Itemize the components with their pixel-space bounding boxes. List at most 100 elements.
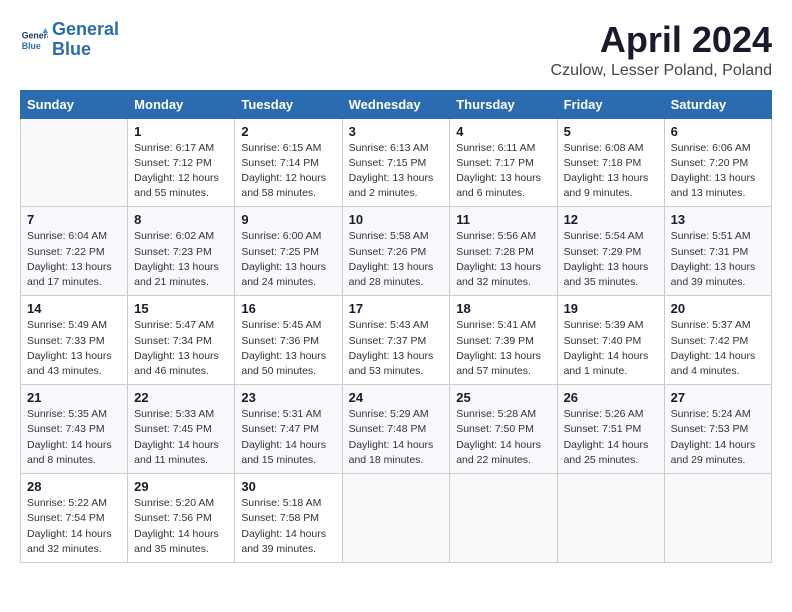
day-number: 10 [349,212,444,227]
calendar-cell: 13 Sunrise: 5:51 AM Sunset: 7:31 PM Dayli… [664,207,771,296]
calendar-table: SundayMondayTuesdayWednesdayThursdayFrid… [20,90,772,563]
calendar-cell: 19 Sunrise: 5:39 AM Sunset: 7:40 PM Dayli… [557,296,664,385]
day-info: Sunrise: 5:49 AM Sunset: 7:33 PM Dayligh… [27,318,121,379]
calendar-cell: 22Sunrise: 5:33 AM Sunset: 7:45 PM Dayli… [128,385,235,474]
calendar-cell: 21 Sunrise: 5:35 AM Sunset: 7:43 PM Dayli… [21,385,128,474]
day-number: 1 [134,124,228,139]
day-info: Sunrise: 5:22 AM Sunset: 7:54 PM Dayligh… [27,496,121,557]
day-info: Sunrise: 6:00 AM Sunset: 7:25 PM Dayligh… [241,229,335,290]
day-info: Sunrise: 5:58 AM Sunset: 7:26 PM Dayligh… [349,229,444,290]
calendar-cell: 14 Sunrise: 5:49 AM Sunset: 7:33 PM Dayli… [21,296,128,385]
day-number: 21 [27,390,121,405]
day-number: 4 [456,124,550,139]
day-number: 22 [134,390,228,405]
day-number: 8 [134,212,228,227]
calendar-week-row: 21 Sunrise: 5:35 AM Sunset: 7:43 PM Dayli… [21,385,772,474]
calendar-cell [342,474,450,563]
day-number: 5 [564,124,658,139]
calendar-cell: 3Sunrise: 6:13 AM Sunset: 7:15 PM Daylig… [342,118,450,207]
weekday-header-wednesday: Wednesday [342,90,450,118]
logo-blue: Blue [52,39,91,59]
day-number: 18 [456,301,550,316]
calendar-cell: 2Sunrise: 6:15 AM Sunset: 7:14 PM Daylig… [235,118,342,207]
calendar-cell: 28Sunrise: 5:22 AM Sunset: 7:54 PM Dayli… [21,474,128,563]
day-info: Sunrise: 5:54 AM Sunset: 7:29 PM Dayligh… [564,229,658,290]
calendar-cell: 11 Sunrise: 5:56 AM Sunset: 7:28 PM Dayli… [450,207,557,296]
day-info: Sunrise: 5:45 AM Sunset: 7:36 PM Dayligh… [241,318,335,379]
calendar-cell: 27 Sunrise: 5:24 AM Sunset: 7:53 PM Dayli… [664,385,771,474]
day-number: 26 [564,390,658,405]
calendar-cell: 6 Sunrise: 6:06 AM Sunset: 7:20 PM Daylig… [664,118,771,207]
day-number: 11 [456,212,550,227]
logo-general: General [52,19,119,39]
day-number: 24 [349,390,444,405]
calendar-cell: 20Sunrise: 5:37 AM Sunset: 7:42 PM Dayli… [664,296,771,385]
calendar-cell: 30 Sunrise: 5:18 AM Sunset: 7:58 PM Dayli… [235,474,342,563]
day-info: Sunrise: 5:24 AM Sunset: 7:53 PM Dayligh… [671,407,765,468]
day-info: Sunrise: 5:18 AM Sunset: 7:58 PM Dayligh… [241,496,335,557]
weekday-header-monday: Monday [128,90,235,118]
calendar-week-row: 7Sunrise: 6:04 AM Sunset: 7:22 PM Daylig… [21,207,772,296]
day-number: 14 [27,301,121,316]
day-info: Sunrise: 6:11 AM Sunset: 7:17 PM Dayligh… [456,141,550,202]
day-info: Sunrise: 6:02 AM Sunset: 7:23 PM Dayligh… [134,229,228,290]
calendar-cell: 26 Sunrise: 5:26 AM Sunset: 7:51 PM Dayli… [557,385,664,474]
calendar-cell: 29 Sunrise: 5:20 AM Sunset: 7:56 PM Dayli… [128,474,235,563]
day-number: 3 [349,124,444,139]
day-info: Sunrise: 5:56 AM Sunset: 7:28 PM Dayligh… [456,229,550,290]
day-number: 13 [671,212,765,227]
calendar-cell: 8 Sunrise: 6:02 AM Sunset: 7:23 PM Daylig… [128,207,235,296]
location-subtitle: Czulow, Lesser Poland, Poland [551,62,772,80]
day-number: 16 [241,301,335,316]
day-number: 29 [134,479,228,494]
calendar-cell: 24 Sunrise: 5:29 AM Sunset: 7:48 PM Dayli… [342,385,450,474]
calendar-week-row: 14 Sunrise: 5:49 AM Sunset: 7:33 PM Dayli… [21,296,772,385]
day-number: 25 [456,390,550,405]
calendar-cell: 12 Sunrise: 5:54 AM Sunset: 7:29 PM Dayli… [557,207,664,296]
day-info: Sunrise: 5:43 AM Sunset: 7:37 PM Dayligh… [349,318,444,379]
day-number: 6 [671,124,765,139]
svg-text:Blue: Blue [22,41,41,51]
weekday-header-row: SundayMondayTuesdayWednesdayThursdayFrid… [21,90,772,118]
calendar-cell: 17Sunrise: 5:43 AM Sunset: 7:37 PM Dayli… [342,296,450,385]
calendar-cell: 1 Sunrise: 6:17 AM Sunset: 7:12 PM Daylig… [128,118,235,207]
weekday-header-tuesday: Tuesday [235,90,342,118]
day-info: Sunrise: 5:29 AM Sunset: 7:48 PM Dayligh… [349,407,444,468]
day-info: Sunrise: 5:28 AM Sunset: 7:50 PM Dayligh… [456,407,550,468]
day-info: Sunrise: 5:39 AM Sunset: 7:40 PM Dayligh… [564,318,658,379]
logo-text-line1: General [52,20,119,40]
calendar-cell: 5 Sunrise: 6:08 AM Sunset: 7:18 PM Daylig… [557,118,664,207]
title-area: April 2024 Czulow, Lesser Poland, Poland [551,20,772,80]
calendar-cell [664,474,771,563]
calendar-cell [450,474,557,563]
calendar-cell [557,474,664,563]
day-info: Sunrise: 5:47 AM Sunset: 7:34 PM Dayligh… [134,318,228,379]
calendar-cell: 25 Sunrise: 5:28 AM Sunset: 7:50 PM Dayli… [450,385,557,474]
day-number: 19 [564,301,658,316]
weekday-header-sunday: Sunday [21,90,128,118]
day-info: Sunrise: 6:08 AM Sunset: 7:18 PM Dayligh… [564,141,658,202]
day-number: 27 [671,390,765,405]
day-number: 30 [241,479,335,494]
weekday-header-saturday: Saturday [664,90,771,118]
calendar-cell: 23 Sunrise: 5:31 AM Sunset: 7:47 PM Dayli… [235,385,342,474]
day-info: Sunrise: 6:15 AM Sunset: 7:14 PM Dayligh… [241,141,335,202]
calendar-cell: 16 Sunrise: 5:45 AM Sunset: 7:36 PM Dayli… [235,296,342,385]
day-info: Sunrise: 6:17 AM Sunset: 7:12 PM Dayligh… [134,141,228,202]
day-info: Sunrise: 6:04 AM Sunset: 7:22 PM Dayligh… [27,229,121,290]
calendar-week-row: 1 Sunrise: 6:17 AM Sunset: 7:12 PM Daylig… [21,118,772,207]
calendar-cell: 7Sunrise: 6:04 AM Sunset: 7:22 PM Daylig… [21,207,128,296]
day-info: Sunrise: 5:35 AM Sunset: 7:43 PM Dayligh… [27,407,121,468]
day-info: Sunrise: 5:37 AM Sunset: 7:42 PM Dayligh… [671,318,765,379]
weekday-header-thursday: Thursday [450,90,557,118]
day-info: Sunrise: 5:20 AM Sunset: 7:56 PM Dayligh… [134,496,228,557]
day-info: Sunrise: 5:26 AM Sunset: 7:51 PM Dayligh… [564,407,658,468]
day-info: Sunrise: 6:06 AM Sunset: 7:20 PM Dayligh… [671,141,765,202]
day-info: Sunrise: 5:31 AM Sunset: 7:47 PM Dayligh… [241,407,335,468]
page-header: General Blue General Blue April 2024 Czu… [20,20,772,80]
day-number: 12 [564,212,658,227]
day-info: Sunrise: 5:51 AM Sunset: 7:31 PM Dayligh… [671,229,765,290]
calendar-cell: 9Sunrise: 6:00 AM Sunset: 7:25 PM Daylig… [235,207,342,296]
day-number: 23 [241,390,335,405]
calendar-cell: 15Sunrise: 5:47 AM Sunset: 7:34 PM Dayli… [128,296,235,385]
